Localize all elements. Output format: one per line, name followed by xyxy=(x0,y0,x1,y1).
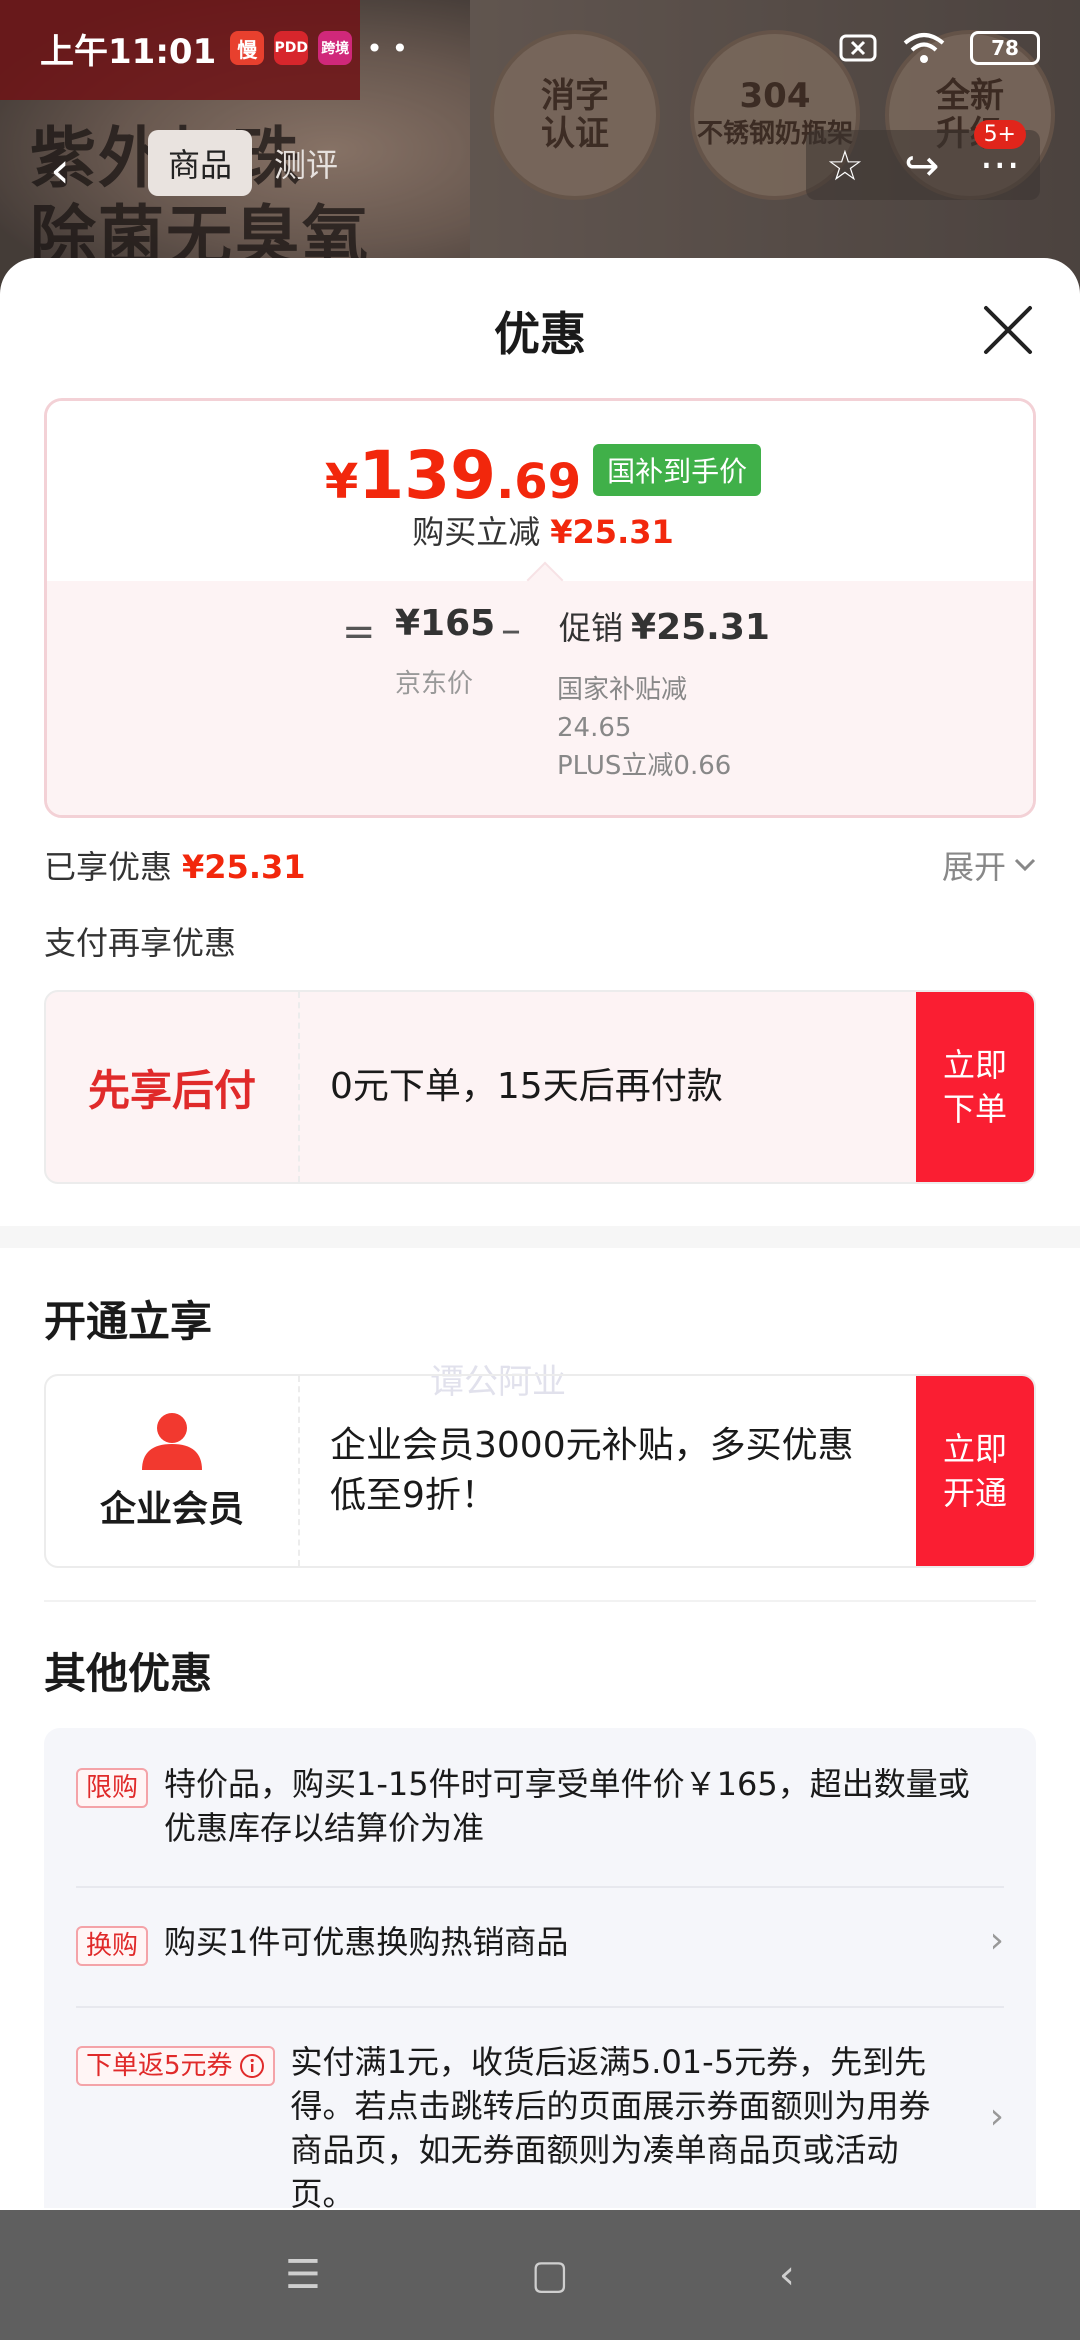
promo-detail-line: PLUS立减0.66 xyxy=(557,751,732,781)
instant-discount: 购买立减 ¥25.31 xyxy=(47,507,1033,553)
offer-text: 购买1件可优惠换购热销商品 xyxy=(164,1923,569,1961)
offer-item-coupon[interactable]: 下单返5元券 实付满1元，收货后返满5.01-5元券，先到先得。若点击跳转后的页… xyxy=(76,2040,1004,2208)
app-notification-icon: 慢 xyxy=(230,31,265,65)
favorite-star-icon[interactable]: ☆ xyxy=(826,141,864,190)
close-icon[interactable] xyxy=(980,302,1036,358)
offer-tag: 限购 xyxy=(76,1768,149,1808)
battery-icon: 78 xyxy=(970,31,1040,65)
expand-button[interactable]: 展开 xyxy=(942,842,1036,888)
promo-detail-line: 24.65 xyxy=(557,713,632,743)
jd-price: ¥165 xyxy=(395,603,496,644)
bnpl-row[interactable]: 先享后付 0元下单，15天后再付款 立即 下单 xyxy=(44,990,1036,1184)
subsidy-price-tag: 国补到手价 xyxy=(593,443,762,496)
minus-sign: – xyxy=(501,607,521,653)
offer-text: 实付满1元，收货后返满5.01-5元券，先到先得。若点击跳转后的页面展示券面额则… xyxy=(290,2043,931,2208)
nav-actions: ☆ ↪ ··· 5+ xyxy=(806,120,1040,200)
back-icon[interactable]: ‹ xyxy=(30,140,90,200)
bnpl-description: 0元下单，15天后再付款 xyxy=(330,1066,723,1107)
chevron-right-icon: › xyxy=(989,1920,1004,1961)
discount-sheet: 优惠 ¥ 139 .69 国补到手价 购买立减 ¥25.31 = ¥165 京东价… xyxy=(0,258,1080,2208)
sheet-title: 优惠 xyxy=(494,307,586,361)
system-nav-bar: ☰ ▢ ‹ xyxy=(0,2210,1080,2340)
share-icon[interactable]: ↪ xyxy=(904,141,939,190)
info-icon[interactable] xyxy=(239,2053,265,2079)
no-sim-icon xyxy=(839,34,877,62)
message-count-badge: 5+ xyxy=(973,120,1026,149)
promo-detail-line: 国家补贴减 xyxy=(557,675,688,705)
status-time: 上午11:01 xyxy=(40,31,217,72)
chevron-down-icon xyxy=(1014,858,1036,872)
tab-review[interactable]: 测评 xyxy=(274,130,338,196)
app-notification-icon: PDD xyxy=(274,31,309,65)
section-divider xyxy=(0,1226,1080,1248)
divider xyxy=(76,1886,1004,1888)
expand-label: 展开 xyxy=(941,848,1006,886)
instant-discount-amount: ¥25.31 xyxy=(550,513,674,551)
offer-tag: 下单返5元券 xyxy=(76,2046,275,2086)
order-now-button[interactable]: 立即 下单 xyxy=(916,992,1034,1182)
instant-discount-label: 购买立减 xyxy=(412,513,541,551)
jd-price-label: 京东价 xyxy=(395,669,474,699)
enterprise-member-row[interactable]: 企业会员 企业会员3000元补贴，多买优惠低至9折！ 立即 开通 xyxy=(44,1374,1036,1568)
status-app-icons: 慢 PDD 跨境 xyxy=(230,31,353,65)
back-nav-icon[interactable]: ‹ xyxy=(779,2252,795,2298)
enjoyed-discount-amount: ¥25.31 xyxy=(182,848,306,886)
offer-tag-label: 下单返5元券 xyxy=(86,2051,233,2081)
enjoyed-discount-label: 已享优惠 xyxy=(44,848,173,886)
divider xyxy=(44,1600,1036,1602)
price-summary: ¥ 139 .69 国补到手价 购买立减 ¥25.31 xyxy=(47,401,1033,581)
other-offers-list: 限购 特价品，购买1-15件时可享受单件价￥165，超出数量或优惠库存以结算价为… xyxy=(44,1728,1036,2208)
enterprise-member-description: 企业会员3000元补贴，多买优惠低至9折！ xyxy=(330,1425,854,1516)
tab-product[interactable]: 商品 xyxy=(148,130,252,196)
open-now-button[interactable]: 立即 开通 xyxy=(916,1376,1034,1566)
menu-icon[interactable]: ☰ xyxy=(285,2252,321,2298)
pay-more-label: 支付再享优惠 xyxy=(44,924,237,962)
app-notification-icon: 跨境 xyxy=(318,31,353,65)
price-integer: 139 xyxy=(358,437,497,514)
price-breakdown: = ¥165 京东价 – 促销 ¥25.31 国家补贴减 24.65 PLUS立减… xyxy=(47,581,1033,815)
enterprise-member-label: 企业会员 xyxy=(99,1489,244,1530)
price-card: ¥ 139 .69 国补到手价 购买立减 ¥25.31 = ¥165 京东价 – … xyxy=(44,398,1036,818)
bnpl-title: 先享后付 xyxy=(46,992,300,1182)
offer-item-exchange[interactable]: 换购 购买1件可优惠换购热销商品 › xyxy=(76,1920,1004,1966)
other-section-title: 其他优惠 xyxy=(44,1649,213,1698)
status-bar: 上午11:01 慢 PDD 跨境 • • 78 xyxy=(0,0,1080,96)
enjoyed-discount: 已享优惠 ¥25.31 xyxy=(44,842,306,888)
equals-sign: = xyxy=(342,609,376,655)
product-nav: ‹ 商品 测评 ☆ ↪ ··· 5+ xyxy=(0,120,1080,210)
offer-tag: 换购 xyxy=(76,1926,149,1966)
more-notifications-icon: • • xyxy=(366,31,409,65)
user-icon xyxy=(142,1413,202,1470)
offer-text: 特价品，购买1-15件时可享受单件价￥165，超出数量或优惠库存以结算价为准 xyxy=(164,1765,970,1847)
promo-detail: 国家补贴减 24.65 PLUS立减0.66 xyxy=(557,671,731,785)
final-price: ¥ 139 .69 国补到手价 xyxy=(47,437,1033,514)
wifi-icon xyxy=(903,33,945,63)
offer-item-limit: 限购 特价品，购买1-15件时可享受单件价￥165，超出数量或优惠库存以结算价为… xyxy=(76,1762,976,1850)
home-icon[interactable]: ▢ xyxy=(531,2252,569,2298)
price-currency: ¥ xyxy=(324,454,359,510)
divider xyxy=(76,2006,1004,2008)
promo-label: 促销 xyxy=(559,609,624,647)
chevron-right-icon: › xyxy=(989,2096,1004,2137)
status-right: 78 xyxy=(838,31,1040,65)
open-section-title: 开通立享 xyxy=(44,1297,213,1346)
promo-amount: ¥25.31 xyxy=(631,607,770,648)
promo: 促销 ¥25.31 xyxy=(559,603,770,649)
enterprise-member: 企业会员 xyxy=(46,1376,300,1566)
price-decimal: .69 xyxy=(496,454,582,510)
